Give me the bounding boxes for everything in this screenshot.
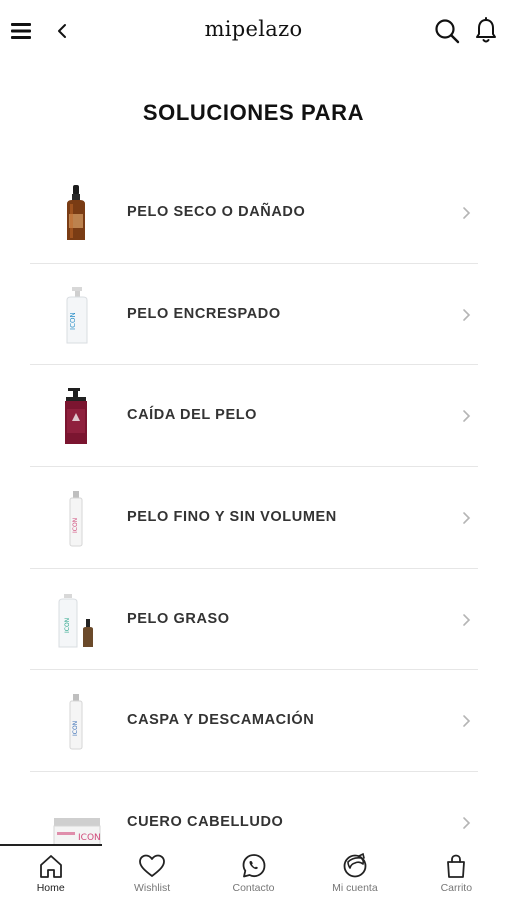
search-icon[interactable] — [434, 18, 460, 44]
tab-label: Home — [36, 882, 65, 894]
bottom-tab-bar: Home Wishlist Contacto Mi cuenta Carrito — [0, 846, 507, 900]
list-item-caspa[interactable]: ICON CASPA Y DESCAMACIÓN — [30, 670, 478, 773]
list-item-label: CASPA Y DESCAMACIÓN — [127, 712, 315, 729]
list-item-label: PELO FINO Y SIN VOLUMEN — [127, 509, 337, 526]
svg-text:ICON: ICON — [78, 833, 101, 843]
heart-icon — [139, 854, 166, 877]
list-item-pelo-encrespado[interactable]: ICON PELO ENCRESPADO — [30, 264, 478, 366]
tab-label: Wishlist — [134, 882, 171, 894]
bottle-and-dropper-set-image: ICON — [58, 593, 93, 648]
chevron-right-icon — [463, 410, 471, 423]
list-item-label: CAÍDA DEL PELO — [127, 407, 258, 424]
tab-label: Carrito — [440, 882, 473, 894]
svg-text:ICON: ICON — [72, 721, 79, 736]
tab-mi-cuenta[interactable]: Mi cuenta — [304, 846, 405, 900]
tab-contacto[interactable]: Contacto — [203, 846, 304, 900]
tab-wishlist[interactable]: Wishlist — [101, 846, 202, 900]
amber-dropper-bottle-image — [67, 185, 85, 240]
slim-white-bottle-image: ICON — [69, 694, 83, 750]
list-item-pelo-fino[interactable]: ICON PELO FINO Y SIN VOLUMEN — [30, 467, 478, 569]
chevron-right-icon — [463, 817, 471, 829]
home-icon — [39, 855, 62, 878]
burgundy-pump-bottle-image — [65, 388, 87, 445]
list-item-pelo-seco[interactable]: PELO SECO O DAÑADO — [30, 162, 478, 264]
list-item-label: PELO GRASO — [127, 610, 230, 627]
whatsapp-icon — [242, 854, 265, 878]
solutions-list: PELO SECO O DAÑADO ICON PELO ENCRESPADO … — [30, 162, 478, 874]
tab-home[interactable]: Home — [0, 846, 101, 900]
page-title: SOLUCIONES PARA — [142, 100, 365, 125]
list-item-label: CUERO CABELLUDO — [127, 814, 284, 831]
top-app-bar: mipelazo — [0, 0, 507, 62]
list-item-label: PELO SECO O DAÑADO — [127, 204, 306, 220]
account-icon — [343, 852, 367, 878]
list-item-pelo-graso[interactable]: ICON PELO GRASO — [30, 569, 478, 671]
svg-text:ICON: ICON — [64, 618, 71, 633]
svg-text:ICON: ICON — [72, 518, 79, 533]
shopping-bag-icon — [447, 854, 466, 878]
chevron-right-icon — [463, 715, 471, 728]
slim-white-bottle-image: ICON — [69, 491, 83, 547]
chevron-right-icon — [463, 613, 471, 626]
svg-text:ICON: ICON — [69, 312, 77, 330]
brand-logo[interactable]: mipelazo — [0, 17, 507, 41]
tab-carrito[interactable]: Carrito — [406, 846, 507, 900]
tab-label: Mi cuenta — [332, 882, 378, 894]
tab-label: Contacto — [232, 882, 275, 894]
white-pump-bottle-image: ICON — [66, 286, 88, 344]
chevron-right-icon — [463, 512, 471, 524]
list-item-label: PELO ENCRESPADO — [127, 305, 281, 322]
chevron-right-icon — [463, 308, 471, 321]
bell-icon[interactable] — [474, 17, 498, 45]
chevron-right-icon — [463, 207, 471, 219]
list-item-caida-del-pelo[interactable]: CAÍDA DEL PELO — [30, 365, 478, 468]
